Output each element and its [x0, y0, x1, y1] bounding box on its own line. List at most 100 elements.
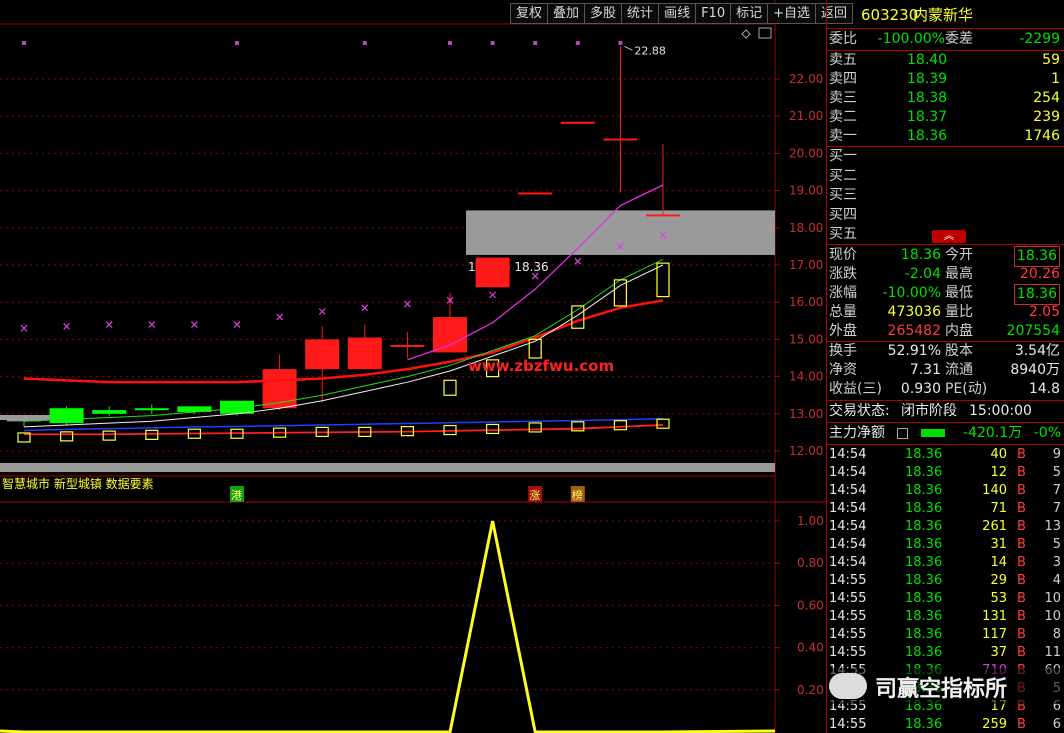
candle-body[interactable]: [49, 408, 84, 424]
quote-label: 外盘: [829, 323, 857, 339]
tick-row: 14:55 18.36 131 B 10: [827, 608, 1064, 626]
candle-body[interactable]: [390, 344, 425, 347]
tick-time: 14:54: [829, 447, 867, 462]
cross-marker: [318, 308, 326, 315]
ask-label: 卖四: [829, 71, 857, 87]
status-time: 15:00:00: [969, 403, 1032, 419]
kline-chart-area[interactable]: 22.00 21.00 20.00 19.00 18.00 17.00 16.00 15.00…: [0, 0, 826, 733]
cross-marker: [574, 257, 582, 265]
ask-volume: 254: [1033, 90, 1060, 106]
candle-body[interactable]: [433, 317, 467, 353]
cross-marker: [276, 313, 284, 321]
diff-value: -2299: [1019, 31, 1060, 47]
cross-marker: [20, 324, 28, 332]
y-tick-label: 13.00: [789, 407, 823, 421]
candle-body[interactable]: [92, 410, 127, 414]
ask-volume: 239: [1033, 109, 1060, 125]
tick-side: B: [1017, 519, 1026, 534]
bottom-band: [0, 463, 775, 472]
quote-label-2: 内盘: [945, 323, 973, 339]
tick-time: 14:55: [829, 645, 867, 660]
quote-value-2: 18.36: [1013, 284, 1060, 305]
main-force-value: -420.1万: [963, 425, 1023, 441]
fundamental-row: 收益(三) 0.930 PE(动) 14.8: [827, 380, 1064, 399]
candle-body[interactable]: [646, 214, 680, 217]
ask-level: 卖五 18.40 59: [827, 51, 1064, 70]
diff-label: 委差: [945, 31, 973, 47]
trade-status-row: 交易状态: 闭市阶段 15:00:00: [827, 402, 1064, 421]
ask-label: 卖三: [829, 90, 857, 106]
candle-body[interactable]: [475, 257, 510, 288]
ask-label: 卖二: [829, 109, 857, 125]
toolbar-button-1[interactable]: 叠加: [548, 3, 586, 24]
window-icon[interactable]: [758, 27, 772, 39]
toolbar-button-6[interactable]: 标记: [731, 3, 769, 24]
wechat-icon: [829, 673, 867, 699]
tick-volume: 117: [982, 627, 1007, 642]
quote-value-2: 207554: [1006, 323, 1060, 339]
y-tick-label: 18.00: [789, 221, 823, 235]
high-pointer: [624, 45, 633, 51]
quote-panel: 603230 内蒙新华 委比 -100.00% 委差 -2299 卖五 18.40…: [826, 0, 1064, 733]
tick-side: B: [1017, 609, 1026, 624]
fundamental-value-2: 3.54亿: [1014, 343, 1060, 359]
candle-body[interactable]: [134, 408, 169, 411]
bid-label: 买四: [829, 206, 857, 223]
toolbar-button-4[interactable]: 画线: [659, 3, 697, 24]
fundamental-label-2: PE(动): [945, 381, 988, 397]
stock-header: 603230 内蒙新华: [827, 4, 1064, 26]
tick-price: 18.36: [905, 447, 943, 462]
candle-body[interactable]: [603, 138, 638, 141]
toolbar-button-5[interactable]: F10: [696, 3, 732, 24]
tick-side: B: [1017, 573, 1026, 588]
ratio-label: 委比: [829, 31, 857, 47]
diamond-icon[interactable]: [741, 29, 751, 39]
tick-count: 11: [1044, 645, 1061, 660]
candle-body[interactable]: [347, 337, 382, 370]
ask-label: 卖一: [829, 128, 857, 144]
collapse-toggle-icon[interactable]: ︽: [932, 230, 966, 243]
quote-value: -10.00%: [882, 285, 941, 301]
event-marker-label: 涨: [529, 489, 540, 502]
y-tick-label: 15.00: [789, 332, 823, 346]
toolbar-button-2[interactable]: 多股: [585, 3, 623, 24]
tick-price: 18.36: [905, 627, 943, 642]
tick-time: 14:54: [829, 555, 867, 570]
tick-row: 14:54 18.36 71 B 7: [827, 500, 1064, 518]
quote-value-2: 18.36: [1013, 246, 1060, 267]
tick-count: 7: [1052, 483, 1061, 498]
net-bar: [921, 429, 945, 437]
candle-body[interactable]: [518, 192, 553, 195]
quote-row: 涨跌 -2.04 最高 20.26: [827, 265, 1064, 284]
rising-box: [443, 379, 457, 396]
tick-price: 18.36: [905, 501, 943, 516]
list-icon[interactable]: [897, 428, 908, 439]
signal-box: [59, 431, 74, 442]
tick-count: 3: [1052, 555, 1061, 570]
tick-row: 14:55 18.36 53 B 10: [827, 590, 1064, 608]
cross-marker: [361, 304, 369, 312]
cross-marker: [403, 300, 411, 308]
toolbar-button-7[interactable]: +自选: [768, 3, 817, 24]
watermark-bar: 司赢空指标所: [827, 668, 1064, 704]
event-marker-label: 榜: [572, 488, 583, 502]
site-watermark: www.zbzfwu.com: [468, 357, 614, 375]
candle-body[interactable]: [560, 121, 595, 124]
tick-side: B: [1017, 483, 1026, 498]
candle-body[interactable]: [305, 339, 340, 370]
toolbar-button-3[interactable]: 统计: [622, 3, 660, 24]
tick-price: 18.36: [905, 537, 943, 552]
quote-value: 265482: [887, 323, 941, 339]
y-tick-label: 14.00: [789, 370, 823, 384]
toolbar-button-0[interactable]: 复权: [511, 3, 549, 24]
cross-marker: [233, 321, 241, 328]
kline-chart-svg[interactable]: 22.00 21.00 20.00 19.00 18.00 17.00 16.00 15.00…: [0, 0, 826, 733]
tick-volume: 40: [990, 447, 1007, 462]
tick-time: 14:55: [829, 573, 867, 588]
top-dot: [22, 41, 26, 45]
sub-y-tick-label: 0.60: [797, 598, 824, 612]
main-force-row: 主力净额 -420.1万 -0%: [827, 424, 1064, 443]
sub-y-tick-label: 0.20: [797, 683, 824, 697]
tick-side: B: [1017, 591, 1026, 606]
tick-side: B: [1017, 627, 1026, 642]
